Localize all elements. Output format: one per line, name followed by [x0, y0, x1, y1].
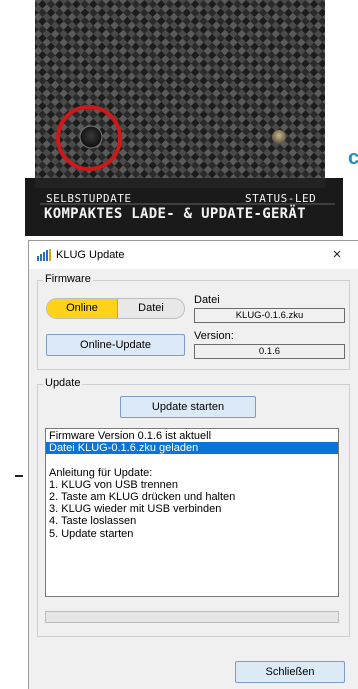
- log-line[interactable]: 5. Update starten: [46, 528, 338, 540]
- update-group-title: Update: [43, 377, 83, 389]
- progress-bar: [45, 611, 339, 623]
- firmware-group: Firmware Online Datei Datei KLUG-0.1.6.z…: [37, 273, 350, 370]
- log-line[interactable]: Anleitung für Update:: [46, 467, 338, 479]
- update-starten-button[interactable]: Update starten: [120, 396, 256, 418]
- window-title: KLUG Update: [56, 249, 125, 261]
- page-dash-fragment: [15, 475, 23, 477]
- status-led-label: STATUS-LED: [245, 192, 317, 205]
- selbstupdate-label: SELBSTUPDATE: [46, 192, 132, 205]
- online-update-button[interactable]: Online-Update: [46, 334, 185, 356]
- log-line[interactable]: [46, 454, 338, 466]
- app-icon: [37, 249, 51, 264]
- log-line[interactable]: Firmware Version 0.1.6 ist aktuell: [46, 430, 338, 442]
- version-field: 0.1.6: [194, 344, 345, 359]
- title-bar[interactable]: KLUG Update ×: [29, 241, 358, 269]
- page-text-fragment: c: [348, 147, 358, 169]
- close-icon[interactable]: ×: [316, 241, 358, 269]
- log-list[interactable]: Firmware Version 0.1.6 ist aktuell Datei …: [45, 428, 339, 597]
- log-line[interactable]: 2. Taste am KLUG drücken und halten: [46, 491, 338, 503]
- log-line[interactable]: Datei KLUG-0.1.6.zku geladen: [46, 442, 338, 455]
- toggle-datei[interactable]: Datei: [118, 299, 184, 318]
- toggle-online[interactable]: Online: [47, 299, 118, 318]
- log-line[interactable]: 1. KLUG von USB trennen: [46, 479, 338, 491]
- device-title-label: KOMPAKTES LADE- & UPDATE-GERÄT: [44, 206, 306, 222]
- datei-label: Datei: [194, 294, 220, 306]
- log-line[interactable]: 4. Taste loslassen: [46, 515, 338, 527]
- update-group: Update Update starten Firmware Version 0…: [37, 377, 350, 637]
- klug-update-dialog: KLUG Update × Firmware Online Datei Date…: [28, 240, 358, 689]
- source-toggle: Online Datei: [46, 298, 185, 319]
- datei-field: KLUG-0.1.6.zku: [194, 308, 345, 323]
- version-label: Version:: [194, 330, 234, 342]
- schliessen-button[interactable]: Schließen: [235, 661, 345, 683]
- device-photo: SELBSTUPDATE STATUS-LED KOMPAKTES LADE- …: [0, 0, 358, 236]
- log-line[interactable]: 3. KLUG wieder mit USB verbinden: [46, 503, 338, 515]
- firmware-group-title: Firmware: [43, 273, 93, 285]
